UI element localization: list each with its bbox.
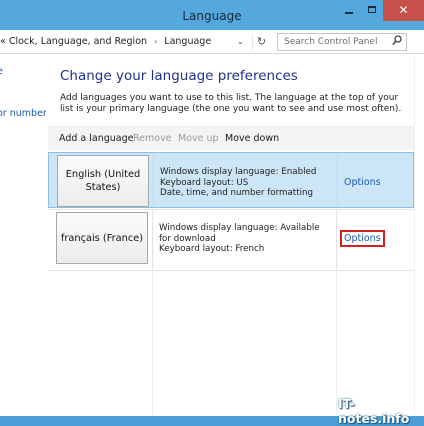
breadcrumb-item-clock-language-region[interactable]: Clock, Language, and Region [9,36,147,47]
close-button[interactable]: ✕ [383,0,424,21]
refresh-button[interactable]: ↻ [252,34,270,50]
column-divider [336,270,337,416]
address-dropdown-button[interactable]: ⌄ [237,34,244,50]
column-divider [152,270,153,416]
column-divider [336,210,337,270]
language-row-french[interactable]: français (France) Windows display langua… [48,210,414,270]
language-tile-french[interactable]: français (France) [56,212,148,264]
display-language-status: Windows display language: Enabled [160,167,317,177]
move-down-button[interactable]: Move down [225,133,279,145]
left-pane-link-number[interactable]: or number [0,108,46,119]
left-pane-link[interactable]: e [0,66,3,77]
add-language-button[interactable]: Add a language [59,133,133,145]
language-info: Windows display language: Available for … [159,223,329,255]
options-link-english[interactable]: Options [344,177,381,188]
minimize-button[interactable] [338,0,360,21]
watermark: IT-notes.info [338,396,410,426]
content-edge [414,54,424,416]
column-divider [152,210,153,270]
keyboard-layout: Keyboard layout: US [160,177,249,188]
search-icon[interactable] [392,35,402,49]
column-divider [153,153,154,207]
options-link-french[interactable]: Options [340,230,385,247]
language-name: English (United States) [65,169,141,193]
remove-button: Remove [133,133,172,144]
page-title: Change your language preferences [60,68,298,84]
row-divider [48,270,414,271]
chevron-down-icon: ⌄ [237,37,244,46]
close-icon: ✕ [398,3,409,17]
language-info: Windows display language: Enabled Keyboa… [160,167,330,199]
title-bar[interactable]: Language ✕ [0,0,424,30]
keyboard-layout: Keyboard layout: French [159,244,265,254]
search-placeholder: Search Control Panel [284,37,378,47]
search-input[interactable]: Search Control Panel [277,33,407,51]
language-toolbar: Add a language Remove Move up Move down [48,126,414,150]
formatting-note: Date, time, and number formatting [160,188,314,198]
language-tile-english[interactable]: English (United States) [57,155,149,207]
language-row-english[interactable]: English (United States) Windows display … [48,152,414,208]
column-divider [337,153,338,207]
move-up-button: Move up [178,133,219,144]
minimize-icon [345,12,353,14]
address-bar: « Clock, Language, and Region › Language… [0,30,424,54]
breadcrumb-item-language[interactable]: Language [164,36,211,47]
language-name: français (France) [60,232,144,244]
maximize-icon [368,6,376,13]
page-description: Add languages you want to use to this li… [60,93,402,114]
maximize-button[interactable] [361,0,383,21]
breadcrumb: « Clock, Language, and Region › Language [0,34,252,50]
left-pane: e or number [0,54,46,416]
refresh-icon: ↻ [256,35,267,48]
display-language-status: Windows display language: Available for … [159,223,320,244]
language-window: Language ✕ « Clock, Language, and Region… [0,0,424,426]
chevron-right-icon[interactable]: › [154,37,157,46]
content-area: e or number Change your language prefere… [0,54,424,416]
chevron-left-icon[interactable]: « [0,36,6,47]
